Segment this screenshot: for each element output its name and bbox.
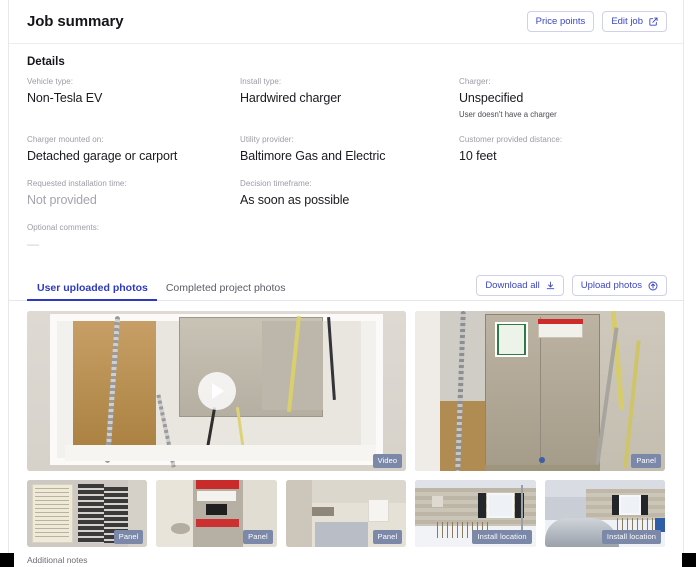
detail-label: Utility provider: — [240, 135, 294, 144]
app-viewport: Job summary Price points Edit job Detail… — [0, 0, 696, 567]
page-title: Job summary — [27, 13, 124, 30]
hero-photo-panel[interactable]: Panel — [415, 311, 665, 471]
photos-tabs-row: User uploaded photos Completed project p… — [9, 273, 683, 301]
upload-photos-button[interactable]: Upload photos — [571, 275, 667, 296]
card-header: Job summary Price points Edit job — [9, 0, 683, 44]
detail-value: Unspecified — [459, 91, 524, 105]
detail-label: Charger mounted on: — [27, 135, 104, 144]
photo-badge: Install location — [601, 529, 662, 544]
detail-value: 10 feet — [459, 149, 497, 163]
detail-charger: Charger: Unspecified User doesn't have a… — [459, 77, 665, 135]
detail-vehicle-type: Vehicle type: Non-Tesla EV — [27, 77, 240, 135]
detail-utility-provider: Utility provider: Baltimore Gas and Elec… — [240, 135, 459, 179]
detail-label: Install type: — [240, 77, 282, 86]
detail-value: Baltimore Gas and Electric — [240, 149, 386, 163]
photo-art — [415, 311, 665, 471]
details-grid: Vehicle type: Non-Tesla EV Install type:… — [27, 77, 665, 267]
detail-label: Requested installation time: — [27, 179, 127, 188]
photo-badge: Panel — [113, 529, 144, 544]
price-points-button[interactable]: Price points — [526, 11, 595, 32]
details-title: Details — [27, 56, 65, 68]
upload-photos-label: Upload photos — [580, 279, 642, 291]
scroll-rail-right — [682, 553, 696, 567]
photo-badge: Install location — [472, 529, 532, 544]
detail-label: Customer provided distance: — [459, 135, 563, 144]
scroll-rail-left — [0, 553, 14, 567]
photo-gallery: Video Panel Panel Panel Panel Install lo… — [9, 301, 683, 547]
detail-label: Optional comments: — [27, 223, 100, 232]
tab-completed-project-photos[interactable]: Completed project photos — [157, 282, 295, 300]
edit-job-label: Edit job — [611, 15, 643, 27]
job-summary-card: Job summary Price points Edit job Detail… — [8, 0, 684, 567]
detail-value: Detached garage or carport — [27, 149, 178, 163]
price-points-label: Price points — [535, 15, 586, 27]
photos-tab-actions: Download all Upload photos — [476, 275, 667, 300]
photo-badge: Panel — [631, 453, 661, 468]
detail-optional-comments: Optional comments: — — [27, 223, 240, 267]
edit-external-icon — [649, 17, 658, 26]
detail-value: Not provided — [27, 193, 97, 207]
detail-subtext: User doesn't have a charger — [459, 110, 557, 119]
photo-badge: Video — [372, 453, 403, 468]
detail-label: Vehicle type: — [27, 77, 74, 86]
thumbnail-row: Panel Panel Panel Install location Insta… — [27, 480, 666, 547]
hero-photo-video[interactable]: Video — [27, 311, 407, 471]
detail-value: Non-Tesla EV — [27, 91, 103, 105]
thumbnail-photo[interactable]: Panel — [156, 480, 277, 547]
download-all-label: Download all — [485, 279, 540, 291]
thumbnail-photo[interactable]: Panel — [27, 480, 148, 547]
photos-tabs: User uploaded photos Completed project p… — [27, 272, 295, 301]
play-icon[interactable] — [197, 372, 236, 410]
details-section: Details Vehicle type: Non-Tesla EV Insta… — [9, 44, 683, 267]
detail-requested-installation-time: Requested installation time: Not provide… — [27, 179, 240, 223]
download-all-button[interactable]: Download all — [476, 275, 564, 296]
hero-photo-row: Video Panel — [27, 311, 665, 471]
additional-notes-label: Additional notes — [27, 555, 88, 565]
thumbnail-photo[interactable]: Panel — [285, 480, 407, 547]
upload-icon — [648, 281, 658, 291]
photo-badge: Panel — [243, 529, 273, 544]
header-actions: Price points Edit job — [526, 11, 667, 32]
detail-label: Decision timeframe: — [240, 179, 312, 188]
detail-charger-mounted-on: Charger mounted on: Detached garage or c… — [27, 135, 240, 179]
photo-badge: Panel — [372, 529, 403, 544]
detail-decision-timeframe: Decision timeframe: As soon as possible — [240, 179, 459, 223]
detail-value: Hardwired charger — [240, 91, 342, 105]
thumbnail-photo[interactable]: Install location — [415, 480, 536, 547]
detail-value: As soon as possible — [240, 193, 350, 207]
detail-value: — — [27, 237, 39, 251]
detail-empty-slot — [459, 179, 665, 223]
detail-install-type: Install type: Hardwired charger — [240, 77, 459, 135]
edit-job-button[interactable]: Edit job — [602, 11, 667, 32]
thumbnail-photo[interactable]: Install location — [544, 480, 666, 547]
download-icon — [546, 281, 555, 290]
detail-label: Charger: — [459, 77, 491, 86]
tab-user-uploaded-photos[interactable]: User uploaded photos — [27, 282, 157, 301]
detail-customer-provided-distance: Customer provided distance: 10 feet — [459, 135, 665, 179]
